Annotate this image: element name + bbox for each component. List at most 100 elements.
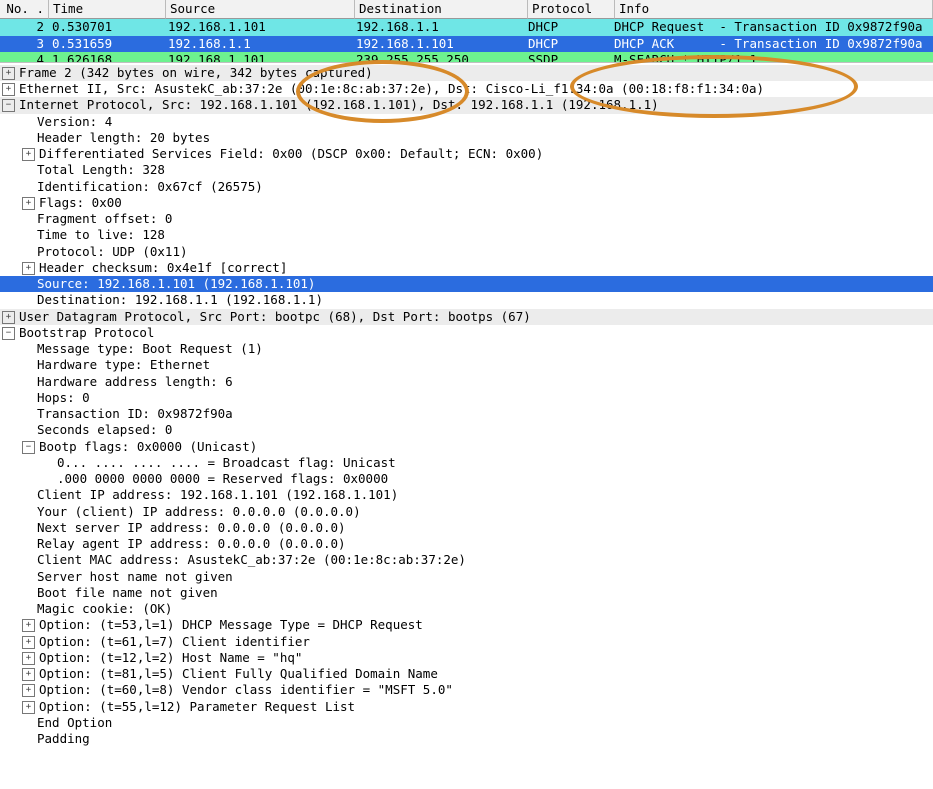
udp-summary: User Datagram Protocol, Src Port: bootpc… [19, 309, 531, 325]
tree-item[interactable]: −Bootp flags: 0x0000 (Unicast) [0, 439, 933, 455]
bootp-chaddr: Client MAC address: AsustekC_ab:37:2e (0… [37, 552, 466, 568]
bootp-flag-reserved: .000 0000 0000 0000 = Reserved flags: 0x… [57, 471, 388, 487]
bootp-padding: Padding [37, 731, 90, 747]
bootp-endopt: End Option [37, 715, 112, 731]
tree-item[interactable]: +Differentiated Services Field: 0x00 (DS… [0, 146, 933, 162]
cell-dst: 239.255.255.250 [352, 52, 524, 62]
tree-item[interactable]: Fragment offset: 0 [0, 211, 933, 227]
tree-item[interactable]: Protocol: UDP (0x11) [0, 244, 933, 260]
tree-item[interactable]: + Flags: 0x00 [0, 195, 933, 211]
ip-ttl: Time to live: 128 [37, 227, 165, 243]
tree-item[interactable]: Server host name not given [0, 569, 933, 585]
expand-icon[interactable]: + [22, 701, 35, 714]
tree-item[interactable]: Padding [0, 731, 933, 747]
tree-item[interactable]: Transaction ID: 0x9872f90a [0, 406, 933, 422]
ip-summary: Internet Protocol, Src: 192.168.1.101 (1… [19, 97, 659, 113]
ip-version: Version: 4 [37, 114, 112, 130]
expand-icon[interactable]: + [22, 619, 35, 632]
bootp-opt53: Option: (t=53,l=1) DHCP Message Type = D… [39, 617, 423, 633]
cell-info: M-SEARCH * HTTP/1.1 [610, 52, 933, 62]
tree-item[interactable]: Hardware type: Ethernet [0, 357, 933, 373]
col-header-source[interactable]: Source [166, 0, 355, 19]
tree-item[interactable]: Relay agent IP address: 0.0.0.0 (0.0.0.0… [0, 536, 933, 552]
bootp-magic: Magic cookie: (OK) [37, 601, 172, 617]
ip-checksum: Header checksum: 0x4e1f [correct] [39, 260, 287, 276]
expand-icon[interactable]: + [2, 83, 15, 96]
cell-dst: 192.168.1.1 [352, 19, 524, 35]
expand-icon[interactable]: + [2, 67, 15, 80]
tree-item[interactable]: Magic cookie: (OK) [0, 601, 933, 617]
tree-item[interactable]: +Option: (t=55,l=12) Parameter Request L… [0, 699, 933, 715]
expand-icon[interactable]: + [22, 684, 35, 697]
frame-summary: Frame 2 (342 bytes on wire, 342 bytes ca… [19, 65, 373, 81]
ip-dest-address: Destination: 192.168.1.1 (192.168.1.1) [37, 292, 323, 308]
tree-item[interactable]: Version: 4 [0, 114, 933, 130]
bootp-ciaddr: Client IP address: 192.168.1.101 (192.16… [37, 487, 398, 503]
bootp-hops: Hops: 0 [37, 390, 90, 406]
bootp-siaddr: Next server IP address: 0.0.0.0 (0.0.0.0… [37, 520, 346, 536]
tree-item[interactable]: Client IP address: 192.168.1.101 (192.16… [0, 487, 933, 503]
tree-item[interactable]: Identification: 0x67cf (26575) [0, 179, 933, 195]
expand-icon[interactable]: + [2, 311, 15, 324]
expand-icon[interactable]: + [22, 668, 35, 681]
col-header-info[interactable]: Info [615, 0, 933, 19]
bootp-opt81: Option: (t=81,l=5) Client Fully Qualifie… [39, 666, 438, 682]
col-header-dest[interactable]: Destination [355, 0, 528, 19]
ip-frag-offset: Fragment offset: 0 [37, 211, 172, 227]
tree-item[interactable]: 0... .... .... .... = Broadcast flag: Un… [0, 455, 933, 471]
tree-item[interactable]: Your (client) IP address: 0.0.0.0 (0.0.0… [0, 504, 933, 520]
col-header-time[interactable]: Time [49, 0, 166, 19]
packet-list-pane[interactable]: No. . Time Source Destination Protocol I… [0, 0, 933, 63]
tree-item[interactable]: Hops: 0 [0, 390, 933, 406]
tree-item[interactable]: +Option: (t=60,l=8) Vendor class identif… [0, 682, 933, 698]
ip-flags: Flags: 0x00 [39, 195, 122, 211]
tree-item[interactable]: + Option: (t=12,l=2) Host Name = "hq" [0, 650, 933, 666]
ip-source-address: Source: 192.168.1.101 (192.168.1.101) [37, 276, 315, 292]
cell-proto: DHCP [524, 36, 610, 52]
cell-no: 3 [0, 36, 48, 52]
packet-details-pane[interactable]: + Frame 2 (342 bytes on wire, 342 bytes … [0, 63, 933, 752]
tree-item[interactable]: Next server IP address: 0.0.0.0 (0.0.0.0… [0, 520, 933, 536]
tree-item-bootp[interactable]: − Bootstrap Protocol [0, 325, 933, 341]
tree-item-ip[interactable]: − Internet Protocol, Src: 192.168.1.101 … [0, 97, 933, 113]
tree-item[interactable]: Seconds elapsed: 0 [0, 422, 933, 438]
tree-item[interactable]: Time to live: 128 [0, 227, 933, 243]
tree-item[interactable]: Message type: Boot Request (1) [0, 341, 933, 357]
cell-src: 192.168.1.1 [164, 36, 352, 52]
tree-item[interactable]: End Option [0, 715, 933, 731]
tree-item[interactable]: .000 0000 0000 0000 = Reserved flags: 0x… [0, 471, 933, 487]
expand-icon[interactable]: + [22, 652, 35, 665]
tree-item[interactable]: Total Length: 328 [0, 162, 933, 178]
tree-item[interactable]: Hardware address length: 6 [0, 374, 933, 390]
tree-item-frame[interactable]: + Frame 2 (342 bytes on wire, 342 bytes … [0, 65, 933, 81]
tree-item[interactable]: Boot file name not given [0, 585, 933, 601]
tree-item-ethernet[interactable]: + Ethernet II, Src: AsustekC_ab:37:2e (0… [0, 81, 933, 97]
tree-item[interactable]: + Option: (t=81,l=5) Client Fully Qualifi… [0, 666, 933, 682]
expand-icon[interactable]: + [22, 636, 35, 649]
tree-item[interactable]: + Option: (t=53,l=1) DHCP Message Type = … [0, 617, 933, 633]
packet-row-selected[interactable]: 3 0.531659 192.168.1.1 192.168.1.101 DHC… [0, 36, 933, 52]
col-header-proto[interactable]: Protocol [528, 0, 615, 19]
ip-total-length: Total Length: 328 [37, 162, 165, 178]
bootp-flag-bcast: 0... .... .... .... = Broadcast flag: Un… [57, 455, 396, 471]
packet-row[interactable]: 2 0.530701 192.168.1.101 192.168.1.1 DHC… [0, 19, 933, 35]
expand-icon[interactable]: + [22, 262, 35, 275]
packet-row[interactable]: 4 1.626168 192.168.1.101 239.255.255.250… [0, 52, 933, 62]
tree-item[interactable]: Header length: 20 bytes [0, 130, 933, 146]
tree-item[interactable]: Client MAC address: AsustekC_ab:37:2e (0… [0, 552, 933, 568]
expand-icon[interactable]: + [22, 148, 35, 161]
collapse-icon[interactable]: − [2, 327, 15, 340]
collapse-icon[interactable]: − [2, 99, 15, 112]
bootp-summary: Bootstrap Protocol [19, 325, 154, 341]
col-header-no[interactable]: No. . [0, 0, 49, 19]
bootp-giaddr: Relay agent IP address: 0.0.0.0 (0.0.0.0… [37, 536, 346, 552]
bootp-opt12: Option: (t=12,l=2) Host Name = "hq" [39, 650, 302, 666]
collapse-icon[interactable]: − [22, 441, 35, 454]
tree-item[interactable]: Destination: 192.168.1.1 (192.168.1.1) [0, 292, 933, 308]
tree-item-selected[interactable]: Source: 192.168.1.101 (192.168.1.101) [0, 276, 933, 292]
bootp-xid: Transaction ID: 0x9872f90a [37, 406, 233, 422]
tree-item[interactable]: + Header checksum: 0x4e1f [correct] [0, 260, 933, 276]
expand-icon[interactable]: + [22, 197, 35, 210]
tree-item-udp[interactable]: + User Datagram Protocol, Src Port: boot… [0, 309, 933, 325]
tree-item[interactable]: +Option: (t=61,l=7) Client identifier [0, 634, 933, 650]
